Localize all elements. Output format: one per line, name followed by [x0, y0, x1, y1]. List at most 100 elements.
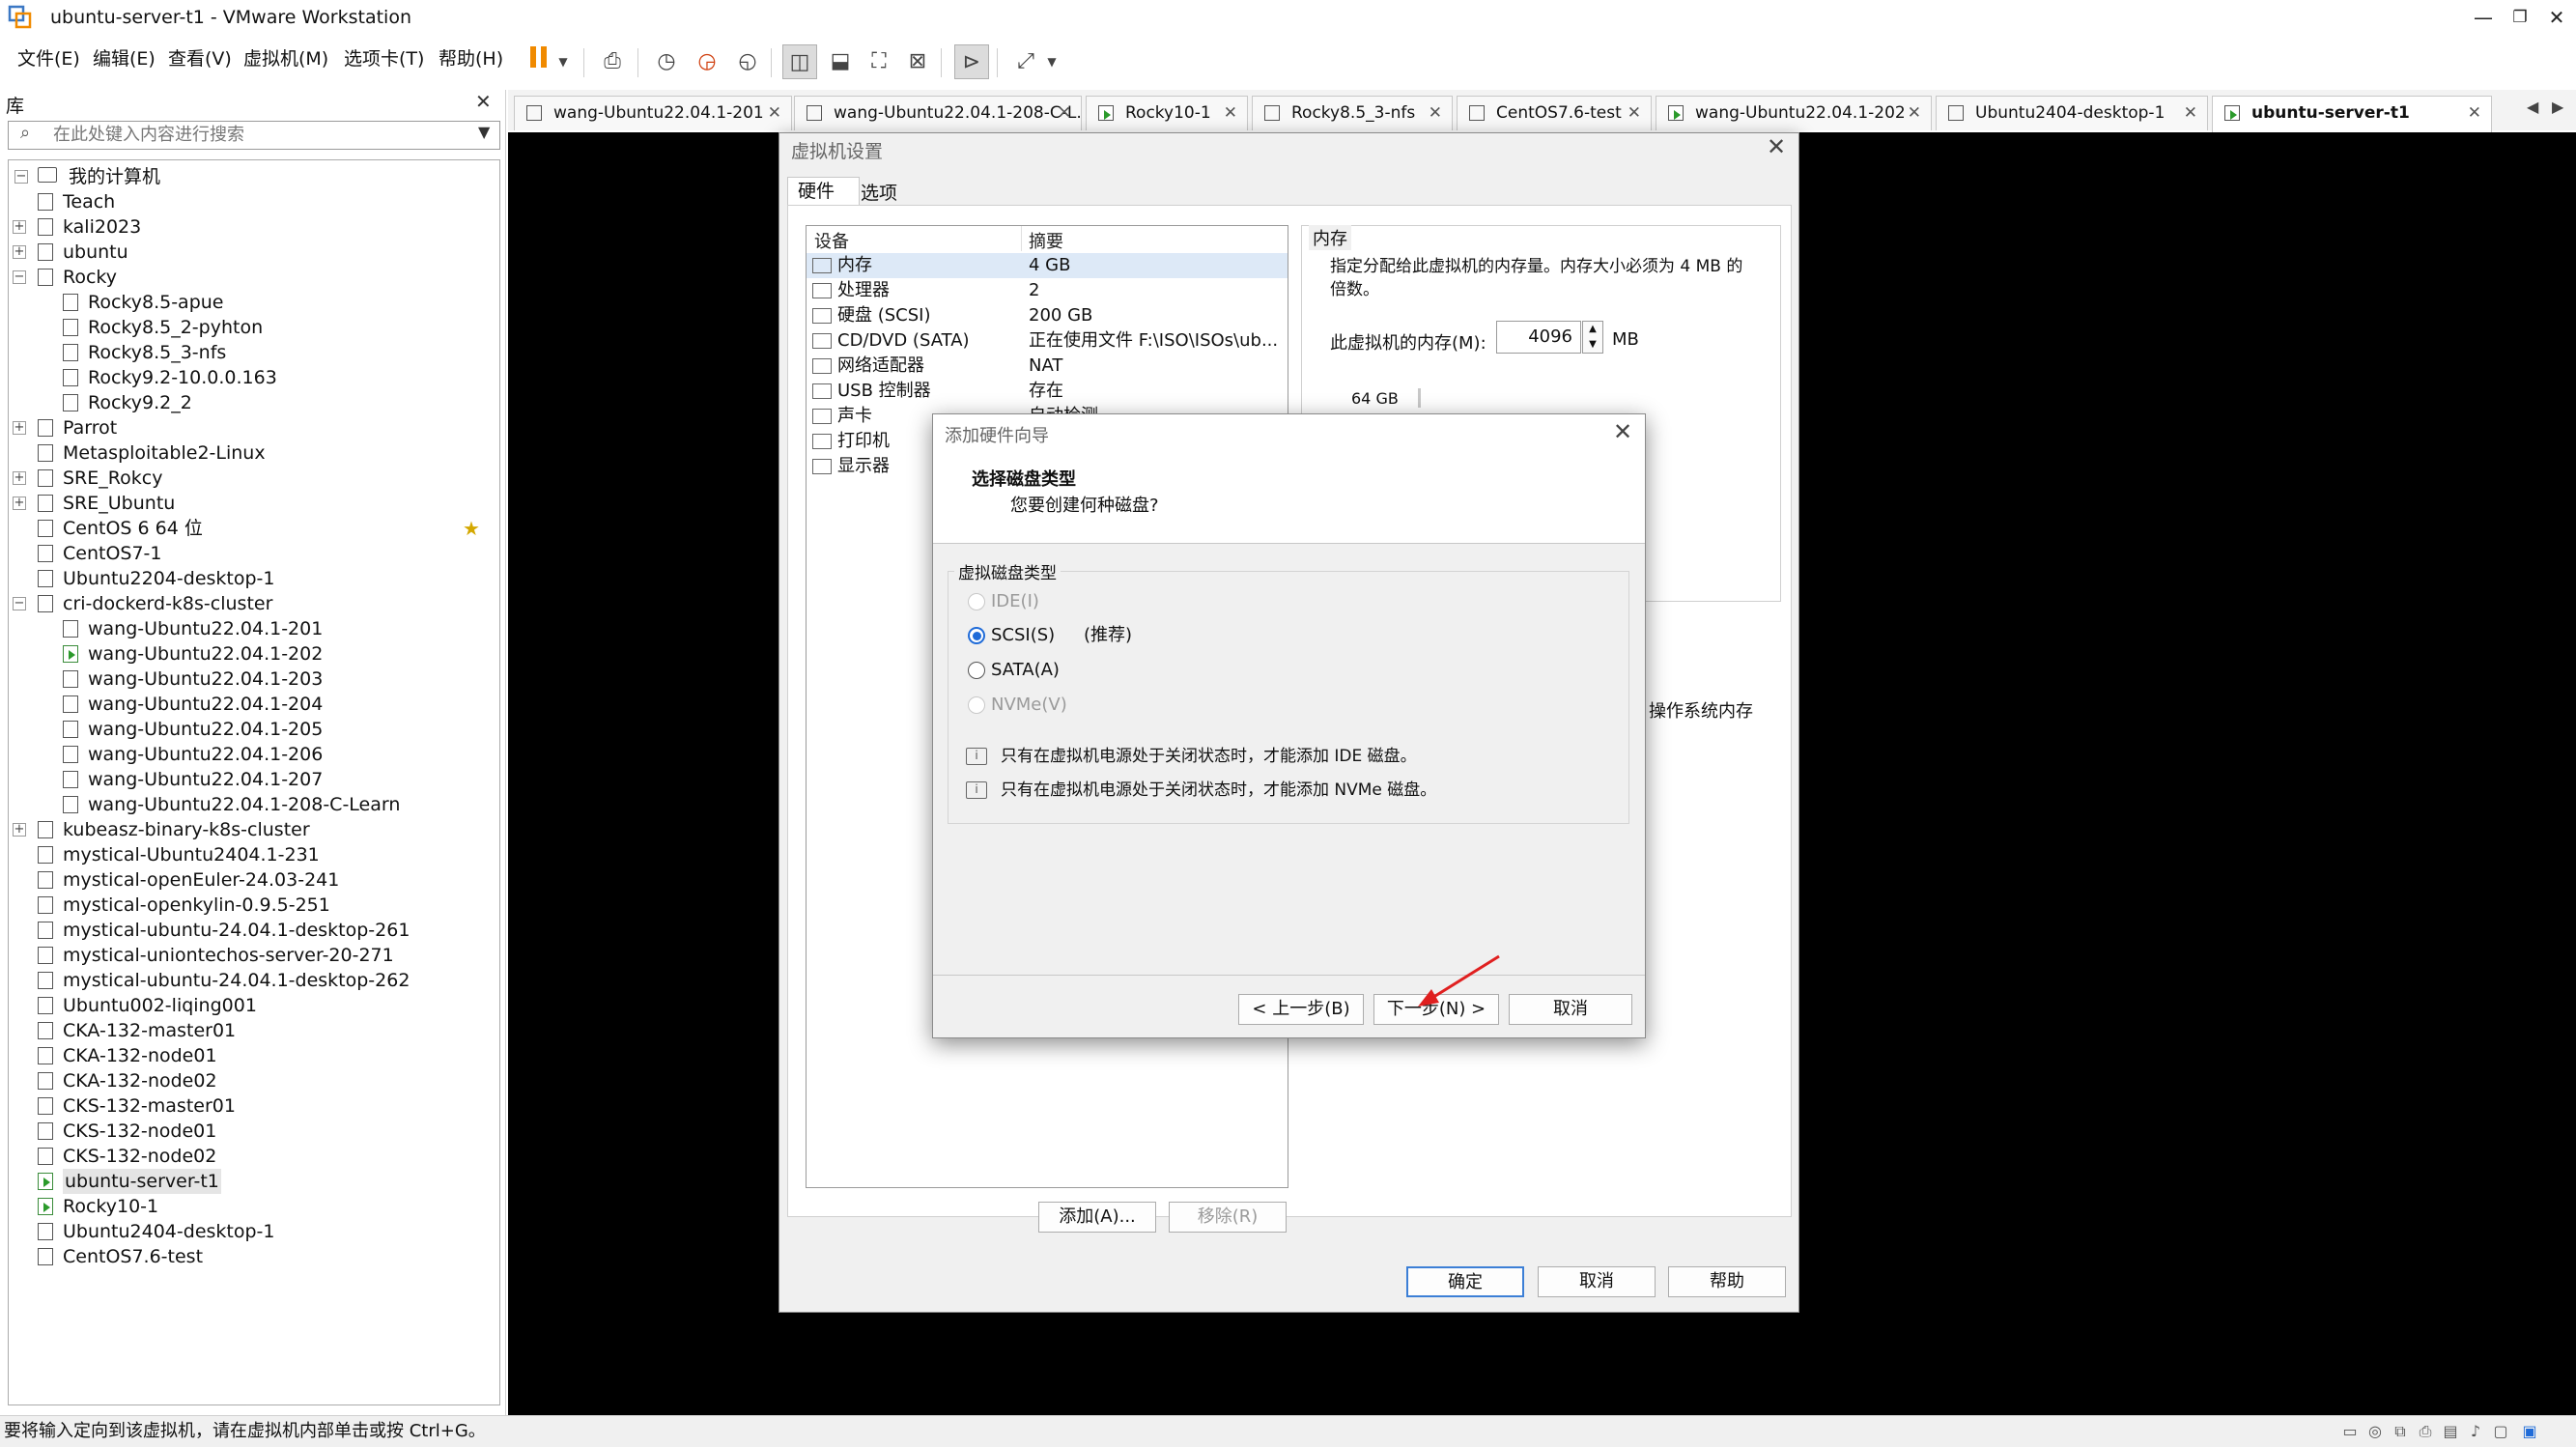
fullscreen-icon[interactable]: ⛶ [862, 44, 896, 79]
display-status-icon[interactable]: ▢ [2490, 1422, 2511, 1441]
usb-status-icon[interactable]: ▤ [2440, 1422, 2461, 1441]
radio-nvme[interactable] [968, 696, 985, 714]
stretch-guest-icon[interactable]: ⤢ [1008, 44, 1043, 79]
pause-icon[interactable] [522, 44, 556, 79]
hard-disk-status-icon[interactable]: ▭ [2339, 1422, 2361, 1441]
vm-tab[interactable]: wang-Ubuntu22.04.1-202 ✕ [1656, 96, 1932, 130]
vm-tab-label: wang-Ubuntu22.04.1-202 [1695, 103, 1906, 123]
collapse-icon[interactable]: − [14, 170, 28, 184]
tab-close-icon[interactable]: ✕ [1058, 97, 1071, 129]
vm-tab[interactable]: Rocky8.5_3-nfs ✕ [1252, 96, 1453, 130]
device-row[interactable]: CD/DVD (SATA) 正在使用文件 F:\ISO\ISOs\ub... [807, 328, 1288, 354]
tree-item-label: Ubuntu002-liqing001 [63, 995, 257, 1016]
tree-item-label: mystical-ubuntu-24.04.1-desktop-262 [63, 970, 410, 991]
expand-icon[interactable]: + [13, 471, 26, 485]
toolbar-separator [997, 48, 998, 77]
menu-view[interactable]: 查看(V) [168, 46, 232, 71]
wizard-cancel-button[interactable]: 取消 [1509, 994, 1632, 1025]
search-dropdown-icon[interactable]: ▼ [478, 123, 490, 141]
vm-tab[interactable]: CentOS7.6-test ✕ [1457, 96, 1652, 130]
vm-tab[interactable]: Ubuntu2404-desktop-1 ✕ [1936, 96, 2208, 130]
vm-icon [38, 1248, 53, 1265]
settings-close-icon[interactable]: ✕ [1767, 133, 1786, 160]
vm-tab[interactable]: wang-Ubuntu22.04.1-201 ✕ [514, 96, 792, 130]
settings-dialog-title: 虚拟机设置 [791, 141, 884, 162]
cdrom-status-icon[interactable]: ◎ [2364, 1422, 2386, 1441]
tabs-scroll-left-icon[interactable]: ◀ [2527, 98, 2538, 116]
add-hardware-button[interactable]: 添加(A)... [1038, 1202, 1156, 1233]
snapshot-manager-icon[interactable]: ◵ [730, 44, 765, 79]
expand-icon[interactable]: + [13, 823, 26, 837]
expand-icon[interactable]: + [13, 421, 26, 435]
device-row[interactable]: 网络适配器 NAT [807, 354, 1288, 379]
status-bar: 要将输入定向到该虚拟机，请在虚拟机内部单击或按 Ctrl+G。 ▭ ◎ ⧉ ⎙ … [0, 1415, 2576, 1447]
expand-icon[interactable]: + [13, 245, 26, 259]
messages-status-icon[interactable]: ▣ [2519, 1422, 2540, 1441]
menu-edit[interactable]: 编辑(E) [93, 46, 156, 71]
menu-tabs[interactable]: 选项卡(T) [344, 46, 424, 71]
tab-hardware[interactable]: 硬件 [787, 177, 860, 206]
tab-close-icon[interactable]: ✕ [768, 97, 781, 129]
device-column-header: 设备 [814, 232, 849, 252]
expand-icon[interactable]: + [13, 497, 26, 510]
show-thumbnail-icon[interactable]: ⬓ [823, 44, 858, 79]
sound-status-icon[interactable]: ♪ [2465, 1422, 2486, 1441]
favorite-star-icon[interactable]: ★ [463, 516, 480, 541]
tab-close-icon[interactable]: ✕ [1429, 97, 1442, 129]
settings-cancel-button[interactable]: 取消 [1538, 1266, 1656, 1297]
device-row[interactable]: 处理器 2 [807, 278, 1288, 303]
vm-tab[interactable]: ubuntu-server-t1 ✕ [2212, 96, 2492, 132]
vmware-logo-icon [8, 5, 32, 29]
tab-close-icon[interactable]: ✕ [1628, 97, 1641, 129]
tab-close-icon[interactable]: ✕ [2184, 97, 2197, 129]
tab-close-icon[interactable]: ✕ [1908, 97, 1921, 129]
tabs-scroll-right-icon[interactable]: ▶ [2552, 98, 2563, 116]
memory-spinner[interactable]: ▲ ▼ [1582, 321, 1603, 354]
settings-help-button[interactable]: 帮助 [1668, 1266, 1786, 1297]
memory-input[interactable]: 4096 [1496, 321, 1581, 354]
memory-slider-track[interactable] [1418, 388, 1421, 408]
vm-icon [526, 105, 542, 121]
snapshot-icon[interactable]: ◷ [649, 44, 684, 79]
tab-options[interactable]: 选项 [853, 182, 897, 205]
device-row[interactable]: USB 控制器 存在 [807, 379, 1288, 404]
collapse-icon[interactable]: − [13, 270, 26, 284]
collapse-icon[interactable]: − [13, 597, 26, 610]
vm-tab[interactable]: wang-Ubuntu22.04.1-208-C-L... ✕ [794, 96, 1082, 130]
library-close-icon[interactable]: ✕ [475, 90, 492, 113]
unity-icon[interactable]: ⊠ [900, 44, 935, 79]
tree-item-label: Ubuntu2204-desktop-1 [63, 568, 275, 589]
wizard-back-button[interactable]: < 上一步(B) [1238, 994, 1364, 1025]
device-row[interactable]: 内存 4 GB [807, 253, 1288, 278]
device-name: 处理器 [837, 280, 890, 300]
device-name: USB 控制器 [837, 381, 931, 401]
expand-icon[interactable]: + [13, 220, 26, 234]
menu-help[interactable]: 帮助(H) [439, 46, 503, 71]
menu-file[interactable]: 文件(E) [17, 46, 80, 71]
remove-hardware-button[interactable]: 移除(R) [1169, 1202, 1287, 1233]
vm-icon [1469, 105, 1485, 121]
wizard-close-icon[interactable]: ✕ [1613, 418, 1632, 445]
vm-icon [807, 105, 822, 121]
tab-close-icon[interactable]: ✕ [2468, 97, 2481, 129]
console-view-icon[interactable]: ⊳ [954, 44, 989, 79]
tree-item-label: wang-Ubuntu22.04.1-208-C-Learn [88, 794, 401, 815]
close-window-button[interactable]: ✕ [2534, 0, 2576, 35]
revert-snapshot-icon[interactable]: ◶ [690, 44, 724, 79]
pause-dropdown-icon[interactable]: ▼ [552, 44, 574, 79]
menu-vm[interactable]: 虚拟机(M) [243, 46, 328, 71]
printer-status-icon[interactable]: ⎙ [2415, 1422, 2436, 1441]
show-library-icon[interactable]: ◫ [782, 44, 817, 79]
radio-ide[interactable] [968, 593, 985, 610]
device-name: 打印机 [837, 431, 890, 451]
network-status-icon[interactable]: ⧉ [2390, 1422, 2411, 1441]
library-search-input[interactable]: ⌕ 在此处键入内容进行搜索 ▼ [8, 121, 500, 150]
ok-button[interactable]: 确定 [1406, 1266, 1524, 1297]
vm-tab[interactable]: Rocky10-1 ✕ [1086, 96, 1248, 130]
device-row[interactable]: 硬盘 (SCSI) 200 GB [807, 303, 1288, 328]
radio-sata[interactable] [968, 662, 985, 679]
tab-close-icon[interactable]: ✕ [1224, 97, 1237, 129]
stretch-dropdown-icon[interactable]: ▼ [1041, 44, 1062, 79]
send-ctrl-alt-del-icon[interactable]: ⎙ [595, 44, 630, 79]
radio-scsi[interactable] [968, 627, 985, 644]
